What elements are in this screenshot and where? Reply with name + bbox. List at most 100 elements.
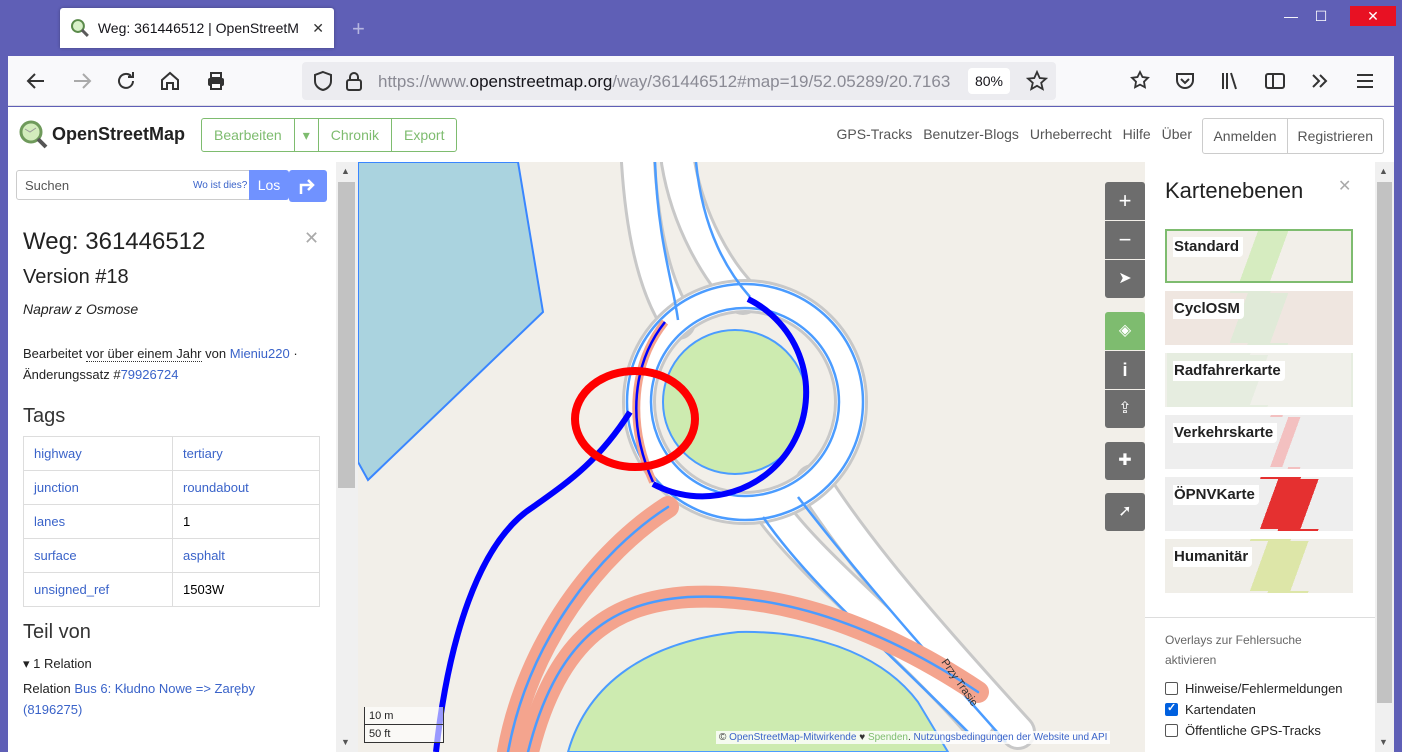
scroll-up-icon[interactable]: ▲ [341, 166, 350, 176]
nav-user-diaries[interactable]: Benutzer-Blogs [923, 126, 1019, 142]
extensions-icon[interactable] [1128, 69, 1152, 93]
layers-scrollbar[interactable]: ▲ ▼ [1375, 162, 1394, 752]
water-area [358, 162, 545, 482]
edit-dropdown-caret-icon[interactable]: ▾ [295, 119, 319, 151]
web-page: OpenStreetMap Bearbeiten ▾ Chronik Expor… [8, 107, 1394, 752]
table-row: surface asphalt [23, 538, 320, 573]
tag-value: 1503W [172, 572, 320, 607]
scroll-up-icon[interactable]: ▲ [1379, 166, 1388, 176]
layer-standard[interactable]: Standard [1165, 229, 1353, 283]
login-button[interactable]: Anmelden [1203, 119, 1288, 153]
locate-icon[interactable]: ➤ [1105, 260, 1145, 298]
sidebar-toggle-icon[interactable] [1263, 69, 1287, 93]
table-row: lanes 1 [23, 504, 320, 539]
signup-button[interactable]: Registrieren [1288, 119, 1383, 153]
tag-key[interactable]: unsigned_ref [23, 572, 173, 607]
overlay-map-data[interactable]: Kartendaten [1165, 701, 1256, 717]
bookmark-star-icon[interactable] [1026, 70, 1048, 92]
back-icon[interactable] [24, 69, 48, 93]
shield-icon[interactable] [312, 70, 334, 92]
nav-help[interactable]: Hilfe [1123, 126, 1151, 142]
map-canvas[interactable]: Przy Trasie [358, 162, 1145, 752]
donate-link[interactable]: Spenden [868, 732, 908, 743]
map-render: Przy Trasie [358, 162, 1036, 752]
brand-name[interactable]: OpenStreetMap [52, 124, 185, 145]
layer-cyclosm[interactable]: CyclOSM [1165, 291, 1353, 345]
maximize-icon[interactable]: ☐ [1306, 6, 1336, 26]
sidebar: Wo ist dies? Los Weg: 361446512 Version … [8, 162, 358, 752]
osm-logo-icon[interactable] [18, 119, 48, 149]
relation-link[interactable]: Bus 6: Kłudno Nowe => Zaręby [74, 681, 255, 696]
map-data-checkbox[interactable] [1165, 701, 1178, 716]
scroll-down-icon[interactable]: ▼ [341, 737, 350, 747]
export-button[interactable]: Export [392, 119, 456, 151]
layer-humanitarian[interactable]: Humanitär [1165, 539, 1353, 593]
forward-icon[interactable] [70, 69, 94, 93]
overflow-chevrons-icon[interactable] [1308, 69, 1332, 93]
home-icon[interactable] [158, 69, 182, 93]
layer-cycle-map[interactable]: Radfahrerkarte [1165, 353, 1353, 407]
nav-about[interactable]: Über [1162, 126, 1192, 142]
url-bar[interactable]: https://www.openstreetmap.org/way/361446… [302, 62, 1056, 100]
browser-tab[interactable]: Weg: 361446512 | OpenStreetM ✕ [60, 8, 334, 48]
url-text[interactable]: https://www.openstreetmap.org/way/361446… [378, 72, 968, 92]
attribution-contributors-link[interactable]: OpenStreetMap-Mitwirkende [729, 732, 856, 743]
tag-value[interactable]: asphalt [172, 538, 320, 573]
layers-scroll-thumb[interactable] [1377, 182, 1392, 703]
layers-icon[interactable]: ◈ [1105, 312, 1145, 350]
sidebar-close-icon[interactable]: ✕ [304, 228, 319, 249]
notes-checkbox[interactable] [1165, 682, 1178, 695]
search-input[interactable] [17, 171, 187, 199]
changeset-link[interactable]: 79926724 [121, 367, 179, 382]
layer-public-transport-map[interactable]: ÖPNVKarte [1165, 477, 1353, 531]
tag-value[interactable]: roundabout [172, 470, 320, 505]
info-icon[interactable]: i [1105, 351, 1145, 389]
terms-link[interactable]: Nutzungsbedingungen der Website und API [914, 732, 1108, 743]
edit-time: vor über einem Jahr [85, 346, 202, 362]
sidebar-scrollbar[interactable]: ▲ ▼ [336, 162, 358, 752]
tab-close-icon[interactable]: ✕ [312, 20, 324, 37]
tag-key[interactable]: highway [23, 436, 173, 471]
overlay-notes[interactable]: Hinweise/Fehlermeldungen [1165, 681, 1343, 696]
scroll-down-icon[interactable]: ▼ [1379, 737, 1388, 747]
window-close-icon[interactable]: ✕ [1350, 6, 1396, 26]
tags-heading: Tags [23, 405, 66, 427]
nav-gps-tracks[interactable]: GPS-Tracks [836, 126, 912, 142]
user-link[interactable]: Mieniu220 [230, 346, 290, 361]
history-button[interactable]: Chronik [319, 119, 392, 151]
share-icon[interactable]: ⇪ [1105, 390, 1145, 428]
layer-transport-map[interactable]: Verkehrskarte [1165, 415, 1353, 469]
relation-id-link[interactable]: (8196275) [23, 702, 82, 717]
reload-icon[interactable] [114, 69, 138, 93]
zoom-level[interactable]: 80% [968, 68, 1010, 94]
layers-close-icon[interactable]: ✕ [1338, 176, 1351, 196]
zoom-in-icon[interactable]: + [1105, 182, 1145, 220]
lock-icon[interactable] [344, 70, 364, 92]
gps-traces-checkbox[interactable] [1165, 724, 1178, 737]
tab-title: Weg: 361446512 | OpenStreetM [97, 20, 299, 36]
tag-key[interactable]: surface [23, 538, 173, 573]
library-icon[interactable] [1218, 69, 1242, 93]
tag-value: 1 [172, 504, 320, 539]
directions-button[interactable] [289, 170, 327, 202]
new-tab-icon[interactable]: + [352, 16, 365, 42]
add-note-icon[interactable]: ✚ [1105, 442, 1145, 480]
hamburger-menu-icon[interactable] [1353, 69, 1377, 93]
where-is-this-link[interactable]: Wo ist dies? [193, 180, 247, 191]
sidebar-scroll-thumb[interactable] [338, 182, 355, 488]
search-go-button[interactable]: Los [249, 170, 289, 200]
edit-button[interactable]: Bearbeiten [202, 119, 295, 151]
overlay-gps-traces[interactable]: Öffentliche GPS-Tracks [1165, 723, 1321, 738]
zoom-out-icon[interactable]: − [1105, 221, 1145, 259]
tag-value[interactable]: tertiary [172, 436, 320, 471]
nav-copyright[interactable]: Urheberrecht [1030, 126, 1112, 142]
relation-count-toggle[interactable]: ▾ 1 Relation [23, 656, 323, 672]
minimize-icon[interactable]: — [1276, 6, 1306, 26]
tag-key[interactable]: lanes [23, 504, 173, 539]
scale-metric: 10 m [364, 707, 444, 725]
print-icon[interactable] [204, 69, 228, 93]
query-features-icon[interactable]: ➚ [1105, 493, 1145, 531]
table-row: junction roundabout [23, 470, 320, 505]
pocket-icon[interactable] [1173, 69, 1197, 93]
tag-key[interactable]: junction [23, 470, 173, 505]
